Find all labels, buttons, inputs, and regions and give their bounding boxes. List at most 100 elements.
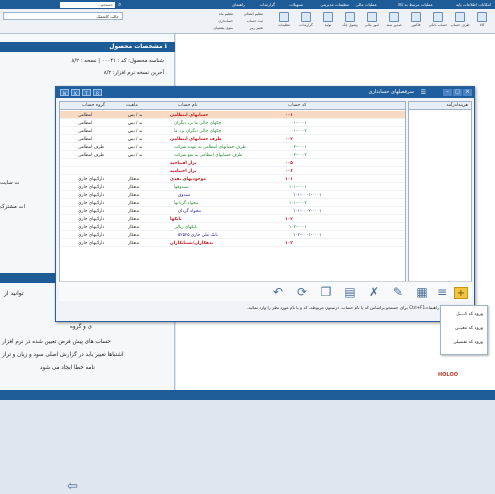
toolbar-button-party[interactable]: طرف حساب <box>449 11 471 32</box>
search-input[interactable]: جستجو... <box>60 1 115 8</box>
account-name-cell: موجودیهای نقدی <box>170 176 206 182</box>
key-r-button[interactable]: R <box>93 89 102 96</box>
back-arrow-icon[interactable]: ⇦ <box>67 479 78 494</box>
refresh-icon[interactable]: ⟳ <box>295 285 309 299</box>
toolbar-button-invoice[interactable]: فاکتور <box>405 11 427 32</box>
account-code-cell: ۱۰۱-۰۰۰۲ <box>289 200 307 206</box>
column-header-notes[interactable]: هزینه/درآمد <box>409 102 471 110</box>
table-row[interactable]: ۰۰۲-۰۰۰۲ طرف حسابهای انتظامی به نفع شرکت ب… <box>60 151 405 159</box>
menu-item[interactable]: امکانات اطلاعات پایه <box>456 2 491 7</box>
table-row[interactable]: ۰۰۵ تراز افتتاحیه <box>60 159 405 167</box>
table-row[interactable]: ۱۰۳ بدهکاران/بستانکاران بدهکار دارائیهای جا… <box>60 239 405 247</box>
edit-icon[interactable]: ✎ <box>391 285 405 299</box>
toolbar-small-item[interactable]: تغییر رمز <box>250 26 263 30</box>
table-row[interactable]: ۰۰۱ حسابهای انتظامی بد / بس انتظامی <box>60 111 405 119</box>
table-row[interactable]: ۰۰۲ طرف حسابهای انتظامی بد / بس انتظامی <box>60 135 405 143</box>
minimize-icon[interactable]: – <box>443 89 452 96</box>
accounts-dialog: N K T R سرفصلهای حسابداری ☰ × □ – کد حسا… <box>55 86 488 494</box>
toolbar-button-goods[interactable]: کالا <box>471 11 493 32</box>
account-code-cell: ۰۰۱ <box>285 112 293 118</box>
search-icon[interactable]: ⌕ <box>118 1 121 9</box>
person-icon <box>455 12 465 22</box>
account-group-cell: دارائیهای جاری <box>78 208 105 214</box>
account-code-cell: ۱۰۱-۰۰۰۱-۰۰۰۱ <box>293 192 322 198</box>
help-text: راهنما=Ctrl+F1 برای جستجو براساس کد یا ن… <box>246 305 439 310</box>
menu-item[interactable]: راهنمای <box>232 2 245 7</box>
level-menu: ورود کد کــــل ورود کد معیــن ورود کد تف… <box>440 305 488 355</box>
account-nature-cell: بدهکار <box>128 232 140 238</box>
toolbar-small-item[interactable]: منوی پشتیبان <box>214 26 234 30</box>
menu-item[interactable]: عملیات مرتبط به کالا <box>398 2 433 7</box>
table-row[interactable]: ۱۰۲-۰۰۰۱ بانکهای ریالی بدهکار دارائیهای جار… <box>60 223 405 231</box>
toolbar-button-finance[interactable]: امور مالی <box>361 11 383 32</box>
menu-item[interactable]: تنظیمات مدیریتی <box>320 2 349 7</box>
table-row[interactable]: ۰۰۱-۰۰۰۱ چکهای خالی ما نزد دیگران بد / بس ا… <box>60 119 405 127</box>
account-nature-cell: بدهکار <box>128 216 140 222</box>
account-nature-cell: بدهکار <box>128 240 140 246</box>
table-row[interactable]: ۱۰۱-۰۰۰۱ صندوقها بدهکار دارائیهای جاری <box>60 183 405 191</box>
maximize-icon[interactable]: □ <box>453 89 462 96</box>
menu-item-subsidiary-code[interactable]: ورود کد معیــن <box>455 326 483 331</box>
account-group-cell: انتظامی <box>78 128 93 134</box>
column-header-group[interactable]: گروه حساب <box>82 103 105 108</box>
column-header-nature[interactable]: ماهیت <box>126 103 138 108</box>
list-icon[interactable]: ≡ <box>435 285 449 299</box>
dialog-toolbar: ⇦ ↶ ⟳ ❐ ▤ ✗ ✎ ▦ ≡ <box>59 281 472 494</box>
account-group-cell: انتظامی <box>78 120 93 126</box>
table-row[interactable]: ۱۰۲ بانکها بدهکار دارائیهای جاری <box>60 215 405 223</box>
menu-item[interactable]: تسهیلات <box>289 2 303 7</box>
side-column: هزینه/درآمد <box>408 101 472 291</box>
menu-item-detail-code[interactable]: ورود کد تفصیلی <box>453 340 483 345</box>
document-icon <box>389 12 399 22</box>
save-icon[interactable]: ▦ <box>415 285 429 299</box>
toolbar-button-bank[interactable]: حساب بانکی <box>427 11 449 32</box>
menu-item-general-code[interactable]: ورود کد کــــل <box>456 312 483 317</box>
bank-icon <box>433 12 443 22</box>
table-row[interactable]: ۱۰۲-۰۰۰۱-۰۰۰۱ بانک ملی جاری ۵۲۵۲۵ بدهکار دا… <box>60 231 405 239</box>
list-icon: ☰ <box>420 89 426 96</box>
account-code-cell: ۰۰۲-۰۰۰۱ <box>289 144 307 150</box>
dialog-title: سرفصلهای حسابداری <box>368 89 414 95</box>
toolbar-small-item[interactable]: تنظیم اتصالی <box>244 12 263 16</box>
column-header-name[interactable]: نام حساب <box>178 103 197 108</box>
account-group-cell: انتظامی <box>78 112 93 118</box>
toolbar-button-production[interactable]: تولید <box>317 11 339 32</box>
table-row[interactable]: ۰۰۲-۰۰۰۱ طرف حسابهای انتظامی به عهده شرکت… <box>60 143 405 151</box>
factory-icon <box>323 12 333 22</box>
table-row[interactable]: ۱۰۱-۰۰۰۲-۰۰۰۱ تنخواه گردان بدهکار دارائیهای… <box>60 207 405 215</box>
toolbar-button-cheque[interactable]: وصول چک <box>339 11 361 32</box>
close-icon[interactable]: × <box>463 89 472 96</box>
toolbar-small-item[interactable]: ثبت حساب <box>247 19 263 23</box>
table-row[interactable]: ۱۰۱-۰۰۰۲ تنخواه گردانها بدهکار دارائیهای جا… <box>60 199 405 207</box>
account-name-cell: چکهای خالی ما نزد دیگران <box>174 120 222 126</box>
table-row[interactable]: ۱۰۱ موجودیهای نقدی بدهکار دارائیهای جاری <box>60 175 405 183</box>
key-k-button[interactable]: K <box>71 89 80 96</box>
mode-field[interactable]: حالت کاشمک <box>3 12 123 20</box>
copy-icon[interactable]: ❐ <box>319 285 333 299</box>
add-button[interactable]: + <box>454 287 468 299</box>
toolbar-small-item[interactable]: حسابداری <box>218 19 233 23</box>
table-row[interactable]: ۰۰۱-۰۰۰۲ چکهای خالی دیگران نزد ما بد / بس ا… <box>60 127 405 135</box>
toolbar-button-reports[interactable]: گزارشات <box>295 11 317 32</box>
table-row[interactable]: ۱۰۱-۰۰۰۱-۰۰۰۱ صندوق بدهکار دارائیهای جاری <box>60 191 405 199</box>
undo-icon[interactable]: ↶ <box>271 285 285 299</box>
print-icon[interactable]: ▤ <box>343 285 357 299</box>
account-name-cell: طرف حسابهای انتظامی به عهده شرکت <box>174 144 246 150</box>
account-code-cell: ۰۰۶ <box>285 168 293 174</box>
toolbar-small-item[interactable]: تنظیم ماه <box>219 12 233 16</box>
toolbar-button-voucher[interactable]: صدور سند <box>383 11 405 32</box>
menu-item[interactable]: عملیات مالی <box>356 2 377 7</box>
account-nature-cell: بد / بس <box>128 152 143 158</box>
toolbar-button-settings[interactable]: تنظیمات <box>273 11 295 32</box>
delete-icon[interactable]: ✗ <box>367 285 381 299</box>
account-group-cell: دارائیهای جاری <box>78 184 105 190</box>
account-code-cell: ۰۰۱-۰۰۰۲ <box>289 128 307 134</box>
ribbon-toolbar: کالا طرف حساب حساب بانکی فاکتور صدور سند… <box>0 9 495 34</box>
key-n-button[interactable]: N <box>60 89 69 96</box>
accounts-grid: کد حساب نام حساب ماهیت گروه حساب ۰۰۱ حساب… <box>59 101 406 291</box>
column-header-code[interactable]: کد حساب <box>288 103 306 108</box>
menu-item[interactable]: گزارشات <box>260 2 276 7</box>
account-name-cell: چکهای خالی دیگران نزد ما <box>174 128 222 134</box>
table-row[interactable]: ۰۰۶ تراز اختتامیه <box>60 167 405 175</box>
key-t-button[interactable]: T <box>82 89 91 96</box>
